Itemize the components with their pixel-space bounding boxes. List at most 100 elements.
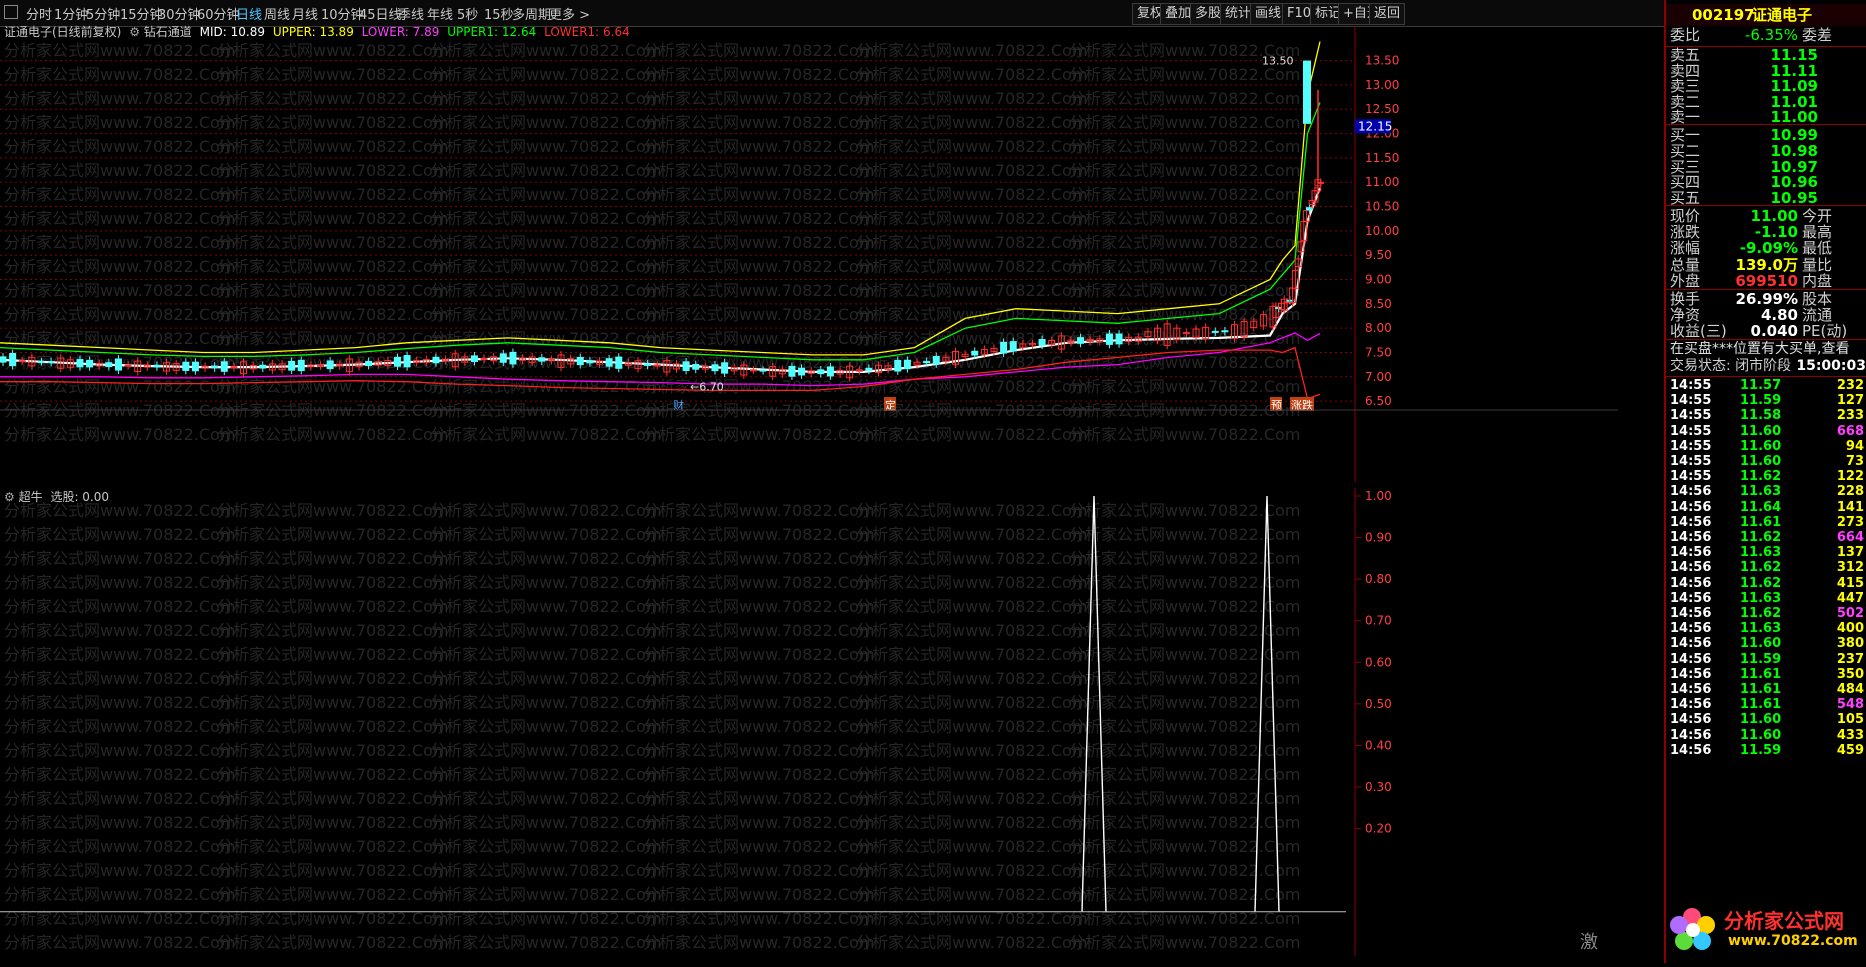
- y-axis-label: 12.50: [1365, 102, 1399, 116]
- tab-13[interactable]: 5秒: [457, 4, 478, 23]
- watermark-text: 分析家公式网www.70822.Com: [856, 89, 1087, 108]
- candle: [1038, 339, 1046, 346]
- watermark-text: 分析家公式网www.70822.Com: [430, 41, 661, 60]
- candle: [509, 351, 517, 365]
- toolbar-button-8[interactable]: 返回: [1369, 3, 1406, 25]
- watermark-text: 分析家公式网www.70822.Com: [1069, 425, 1300, 444]
- watermark-text: 分析家公式网www.70822.Com: [643, 377, 874, 396]
- candle: [971, 350, 979, 356]
- watermark-text: 分析家公式网www.70822.Com: [430, 501, 661, 520]
- watermark-text: 分析家公式网www.70822.Com: [430, 837, 661, 856]
- indicator-value: 选股: 0.00: [50, 490, 110, 504]
- tab-8[interactable]: 月线: [292, 4, 318, 23]
- gear-icon[interactable]: ⚙: [4, 490, 15, 504]
- watermark-text: 分析家公式网www.70822.Com: [856, 885, 1087, 904]
- watermark-text: 分析家公式网www.70822.Com: [643, 65, 874, 84]
- watermark-text: 分析家公式网www.70822.Com: [1069, 113, 1300, 132]
- watermark-text: 分析家公式网www.70822.Com: [643, 597, 874, 616]
- watermark-text: 分析家公式网www.70822.Com: [643, 741, 874, 760]
- tab-14[interactable]: 15秒: [484, 4, 514, 23]
- tab-4[interactable]: 30分钟: [158, 4, 201, 23]
- watermark-text: 分析家公式网www.70822.Com: [856, 717, 1087, 736]
- watermark-text: 分析家公式网www.70822.Com: [1069, 765, 1300, 784]
- watermark-text: 分析家公式网www.70822.Com: [217, 765, 448, 784]
- watermark-text: 分析家公式网www.70822.Com: [4, 233, 235, 252]
- watermark-text: 分析家公式网www.70822.Com: [217, 209, 448, 228]
- candle: [9, 353, 17, 367]
- candle: [923, 360, 931, 364]
- watermark-text: 分析家公式网www.70822.Com: [217, 573, 448, 592]
- watermark-text: 分析家公式网www.70822.Com: [4, 645, 235, 664]
- candle: [326, 360, 334, 370]
- candle: [798, 367, 806, 376]
- watermark-text: 分析家公式网www.70822.Com: [217, 645, 448, 664]
- watermark-text: 分析家公式网www.70822.Com: [217, 65, 448, 84]
- tab-5[interactable]: 60分钟: [197, 4, 240, 23]
- tab-6[interactable]: 日线: [236, 4, 262, 23]
- watermark-text: 分析家公式网www.70822.Com: [856, 257, 1087, 276]
- watermark-text: 分析家公式网www.70822.Com: [856, 305, 1087, 324]
- gear-icon[interactable]: ⚙: [129, 25, 140, 39]
- watermark-text: 分析家公式网www.70822.Com: [856, 621, 1087, 640]
- watermark-text: 分析家公式网www.70822.Com: [856, 377, 1087, 396]
- tab-10[interactable]: 45日线: [359, 4, 402, 23]
- tab-2[interactable]: 5分钟: [86, 4, 120, 23]
- watermark-text: 分析家公式网www.70822.Com: [4, 837, 235, 856]
- toolbar-button-4[interactable]: 画线: [1250, 3, 1287, 25]
- candle: [1077, 337, 1085, 344]
- main-kline-chart[interactable]: 分析家公式网www.70822.Com 分析家公式网www.70822.Com 分析…: [0, 25, 1618, 482]
- candle: [288, 360, 296, 371]
- tab-16[interactable]: 更多 >: [549, 4, 590, 23]
- tab-0[interactable]: 分时: [26, 4, 52, 23]
- tab-9[interactable]: 10分钟: [321, 4, 364, 23]
- stat-4-row[interactable]: 外盘 699510 内盘: [1666, 272, 1866, 291]
- y-axis-label: 9.00: [1365, 273, 1392, 287]
- watermark-text: 分析家公式网www.70822.Com: [217, 137, 448, 156]
- lower-value: LOWER: 7.89: [361, 25, 440, 39]
- watermark-text: 分析家公式网www.70822.Com: [4, 669, 235, 688]
- watermark-text: 分析家公式网www.70822.Com: [1069, 645, 1300, 664]
- candle: [393, 356, 401, 367]
- candle: [538, 357, 546, 362]
- tick-row: 14:56 11.59 459: [1666, 742, 1866, 760]
- watermark-text: 分析家公式网www.70822.Com: [430, 257, 661, 276]
- watermark-text: 分析家公式网www.70822.Com: [430, 305, 661, 324]
- watermark-text: 分析家公式网www.70822.Com: [1069, 933, 1300, 952]
- candle: [1105, 333, 1113, 345]
- stock-name: 证通电子: [1752, 6, 1813, 24]
- tab-1[interactable]: 1分钟: [54, 4, 88, 23]
- candle: [749, 369, 757, 372]
- watermark-text: 分析家公式网www.70822.Com: [4, 693, 235, 712]
- candle: [470, 355, 478, 362]
- tab-15[interactable]: 多周期: [512, 4, 551, 23]
- tab-7[interactable]: 周线: [264, 4, 290, 23]
- y-axis-label: 8.00: [1365, 321, 1392, 335]
- watermark-text: 分析家公式网www.70822.Com: [4, 185, 235, 204]
- watermark-text: 分析家公式网www.70822.Com: [643, 137, 874, 156]
- watermark-text: 分析家公式网www.70822.Com: [217, 41, 448, 60]
- watermark-text: 分析家公式网www.70822.Com: [643, 645, 874, 664]
- y-axis-label: 0.30: [1365, 780, 1392, 794]
- indicator-chart[interactable]: 分析家公式网www.70822.Com 分析家公式网www.70822.Com 分析…: [0, 488, 1618, 956]
- watermark-text: 分析家公式网www.70822.Com: [856, 113, 1087, 132]
- menu-icon[interactable]: [4, 5, 18, 19]
- watermark-text: 分析家公式网www.70822.Com: [643, 813, 874, 832]
- watermark-text: 分析家公式网www.70822.Com: [1069, 257, 1300, 276]
- watermark-text: 分析家公式网www.70822.Com: [856, 233, 1087, 252]
- tab-12[interactable]: 年线: [427, 4, 453, 23]
- watermark-text: 分析家公式网www.70822.Com: [4, 741, 235, 760]
- watermark-text: 分析家公式网www.70822.Com: [430, 933, 661, 952]
- watermark-text: 分析家公式网www.70822.Com: [217, 113, 448, 132]
- candle: [586, 360, 594, 364]
- candle: [114, 358, 122, 371]
- tab-11[interactable]: 季线: [398, 4, 424, 23]
- watermark-text: 分析家公式网www.70822.Com: [856, 837, 1087, 856]
- stat-4-value: 699510: [1735, 271, 1798, 290]
- watermark-text: 分析家公式网www.70822.Com: [643, 525, 874, 544]
- y-axis-label: 1.00: [1365, 489, 1392, 503]
- candle: [692, 364, 700, 370]
- watermark-text: 分析家公式网www.70822.Com: [1069, 573, 1300, 592]
- watermark-text: 分析家公式网www.70822.Com: [643, 765, 874, 784]
- tab-3[interactable]: 15分钟: [120, 4, 163, 23]
- watermark-text: 分析家公式网www.70822.Com: [1069, 377, 1300, 396]
